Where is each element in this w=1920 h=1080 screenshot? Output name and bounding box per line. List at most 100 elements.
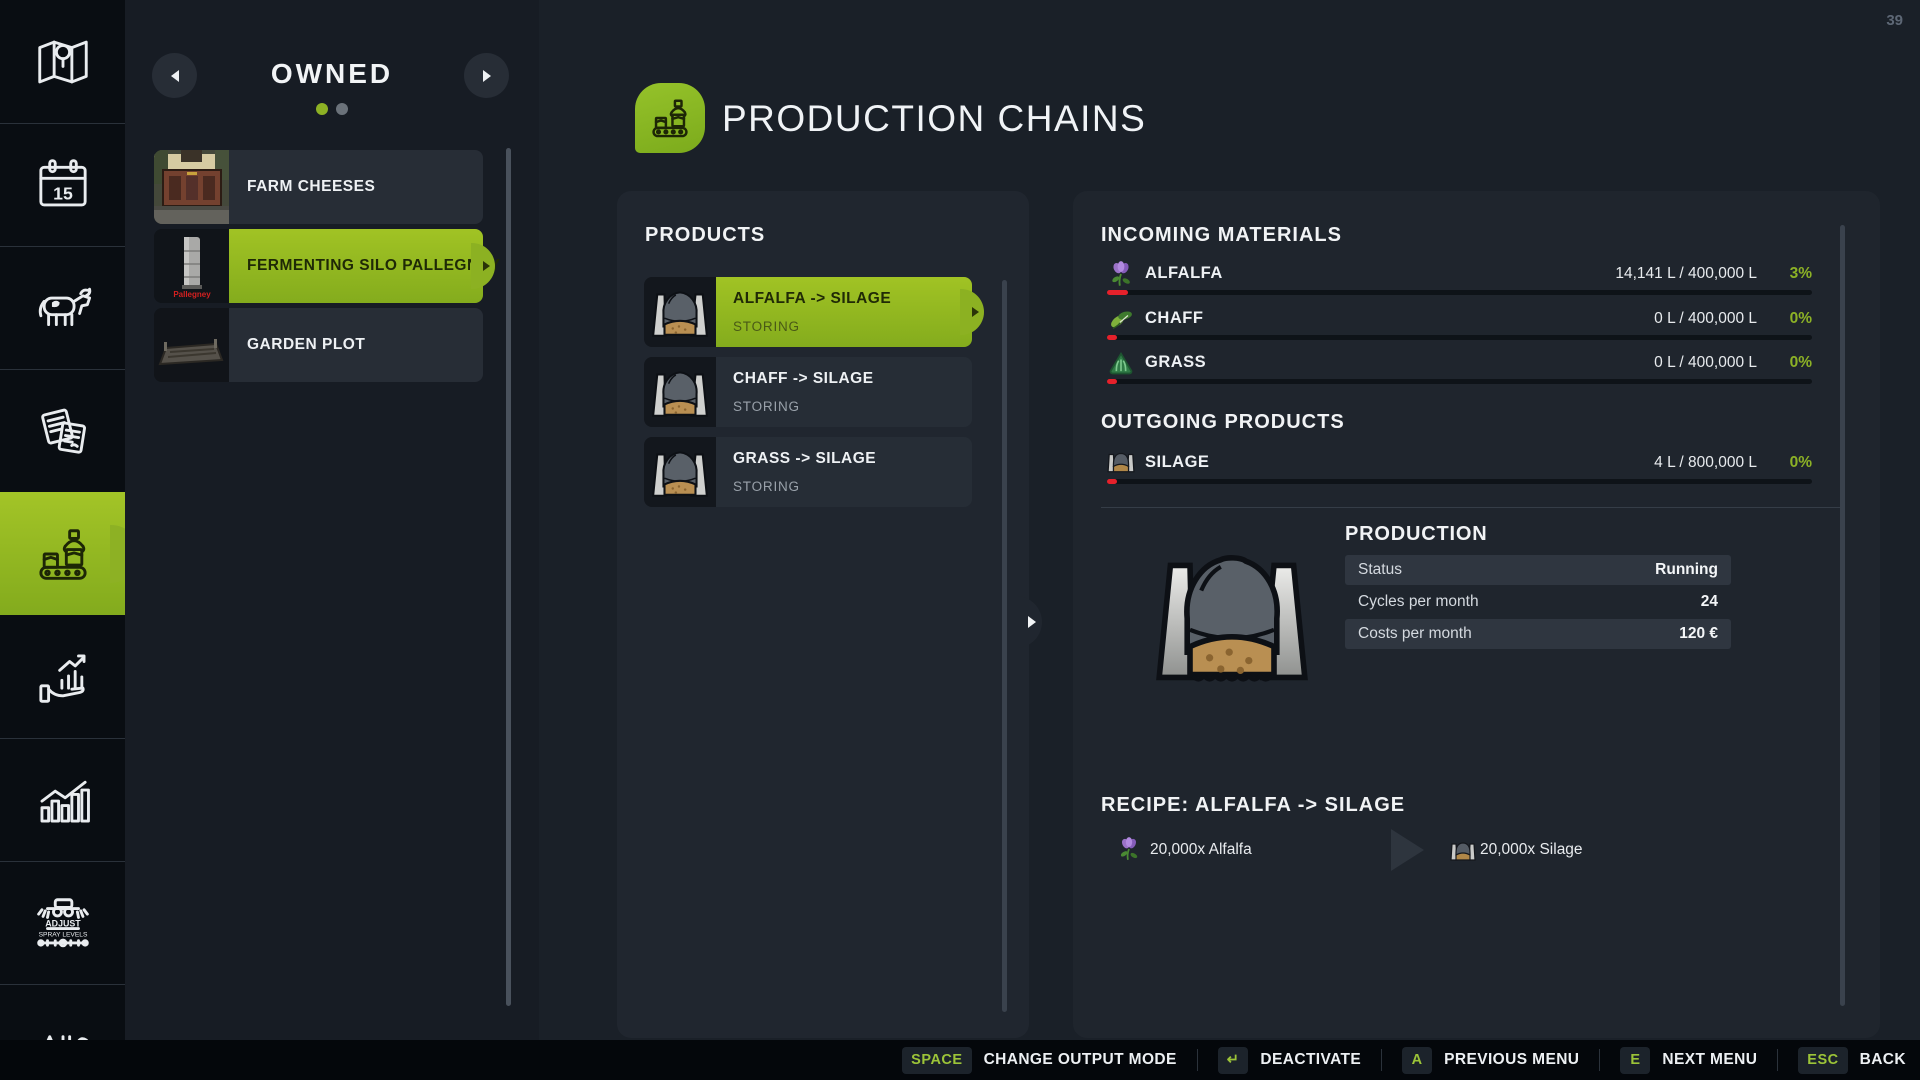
owned-item-fermenting-silo[interactable]: Pallegney FERMENTING SILO PALLEGNEY: [154, 229, 608, 303]
sidebar-item-animals[interactable]: [0, 246, 125, 369]
product-item-grass-silage[interactable]: GRASS -> SILAGE STORING: [644, 437, 972, 507]
sidebar-item-finances[interactable]: [0, 615, 125, 738]
production-point-image: [1141, 543, 1323, 683]
silage-icon: [1107, 449, 1135, 477]
footer-separator: [1599, 1049, 1600, 1071]
production-costs-row: Costs per month 120 €: [1345, 619, 1731, 649]
production-chains-screen: 39 15: [0, 0, 1920, 1080]
back-action[interactable]: ESC BACK: [1798, 1047, 1906, 1074]
sidebar-item-calendar[interactable]: 15: [0, 123, 125, 246]
production-chains-glyph: [647, 95, 693, 141]
chaff-icon: [1107, 305, 1135, 333]
product-name: ALFALFA -> SILAGE: [733, 290, 891, 308]
chevron-right-icon: [483, 70, 491, 82]
product-name: CHAFF -> SILAGE: [733, 370, 874, 388]
material-row-alfalfa: ALFALFA 14,141 L / 400,000 L 3%: [1107, 260, 1812, 302]
finances-icon: [32, 646, 94, 708]
menu-sidebar: 15: [0, 0, 125, 1080]
owned-next-button[interactable]: [464, 53, 509, 98]
map-icon: [32, 31, 94, 93]
sidebar-item-map[interactable]: [0, 0, 125, 123]
recipe-heading: RECIPE: ALFALFA -> SILAGE: [1101, 794, 1405, 817]
grass-icon: [1107, 349, 1135, 377]
silage-icon: [1450, 839, 1476, 865]
owned-item-garden-plot[interactable]: GARDEN PLOT: [154, 308, 608, 382]
action-label: NEXT MENU: [1662, 1051, 1757, 1069]
action-label: PREVIOUS MENU: [1444, 1051, 1579, 1069]
row-label: Cycles per month: [1358, 593, 1479, 611]
material-name: CHAFF: [1145, 309, 1203, 328]
esc-key-badge: ESC: [1798, 1047, 1847, 1074]
alfalfa-icon: [1116, 836, 1142, 862]
material-row-silage: SILAGE 4 L / 800,000 L 0%: [1107, 449, 1812, 491]
enter-key-icon: ↵: [1218, 1047, 1249, 1074]
row-value: 120 €: [1679, 625, 1718, 643]
sidebar-item-contracts[interactable]: [0, 369, 125, 492]
fill-level-value: [1107, 335, 1117, 340]
expand-panel-arrow[interactable]: [1016, 596, 1042, 648]
production-cycles-row: Cycles per month 24: [1345, 587, 1731, 617]
fill-level-value: [1107, 290, 1128, 295]
building-thumbnail: [154, 308, 229, 382]
row-label: Costs per month: [1358, 625, 1472, 643]
spray-label-line2: SPRAY LEVELS: [38, 931, 87, 938]
product-item-alfalfa-silage[interactable]: ALFALFA -> SILAGE STORING: [644, 277, 972, 347]
adjust-spray-levels-icon: ADJUST SPRAY LEVELS: [32, 892, 94, 954]
fps-counter: 39: [1886, 12, 1903, 29]
recipe-arrow-icon: [1391, 829, 1424, 871]
products-scrollbar[interactable]: [1002, 280, 1007, 1012]
e-key-badge: E: [1620, 1047, 1650, 1074]
action-label: DEACTIVATE: [1260, 1051, 1361, 1069]
product-status: STORING: [733, 399, 800, 414]
product-item-chaff-silage[interactable]: CHAFF -> SILAGE STORING: [644, 357, 972, 427]
product-status: STORING: [733, 479, 800, 494]
change-output-mode-action[interactable]: SPACE CHANGE OUTPUT MODE: [902, 1047, 1177, 1074]
footer-separator: [1777, 1049, 1778, 1071]
hotkey-bar: SPACE CHANGE OUTPUT MODE ↵ DEACTIVATE A …: [0, 1040, 1920, 1080]
statistics-icon: [32, 769, 94, 831]
product-thumbnail: [644, 357, 716, 427]
row-value: Running: [1655, 561, 1718, 579]
deactivate-action[interactable]: ↵ DEACTIVATE: [1218, 1047, 1361, 1074]
spray-label-line1: ADJUST: [45, 918, 81, 928]
cow-icon: [32, 277, 94, 339]
row-label: Status: [1358, 561, 1402, 579]
selected-product-arrow: [960, 289, 984, 335]
material-percent: 3%: [1790, 265, 1812, 283]
material-percent: 0%: [1790, 310, 1812, 328]
page-indicator: [125, 103, 539, 115]
recipe-output-text: 20,000x Silage: [1480, 841, 1583, 859]
building-name: FERMENTING SILO PALLEGNEY: [247, 257, 500, 275]
material-row-grass: GRASS 0 L / 400,000 L 0%: [1107, 349, 1812, 391]
page-dot-active: [316, 103, 328, 115]
footer-separator: [1197, 1049, 1198, 1071]
fill-level-value: [1107, 379, 1117, 384]
details-panel: INCOMING MATERIALS ALFALFA 14,141 L / 40…: [1073, 191, 1880, 1038]
contracts-icon: [32, 400, 94, 462]
owned-panel: OWNED: [125, 0, 539, 1080]
previous-menu-action[interactable]: A PREVIOUS MENU: [1402, 1047, 1579, 1074]
silo-thumb-label: Pallegney: [173, 290, 211, 299]
fill-level-value: [1107, 479, 1117, 484]
page-title-icon: [635, 83, 705, 153]
products-heading: PRODUCTS: [645, 224, 765, 247]
owned-item-farm-cheeses[interactable]: FARM CHEESES: [154, 150, 608, 224]
material-percent: 0%: [1790, 354, 1812, 372]
owned-scrollbar[interactable]: [506, 148, 511, 1006]
building-thumbnail: [154, 150, 229, 224]
sidebar-item-production[interactable]: [0, 492, 125, 615]
fill-level-bar: [1107, 379, 1812, 384]
production-heading: PRODUCTION: [1345, 523, 1487, 546]
sidebar-item-statistics[interactable]: [0, 738, 125, 861]
material-name: SILAGE: [1145, 453, 1209, 472]
production-status-row: Status Running: [1345, 555, 1731, 585]
sidebar-item-spray-levels[interactable]: ADJUST SPRAY LEVELS: [0, 861, 125, 984]
details-scrollbar[interactable]: [1840, 225, 1845, 1006]
products-panel: PRODUCTS ALFALFA -> SILAGE STORING: [617, 191, 1029, 1038]
building-name: GARDEN PLOT: [247, 336, 365, 354]
product-thumbnail: [644, 277, 716, 347]
fill-level-bar: [1107, 290, 1812, 295]
material-row-chaff: CHAFF 0 L / 400,000 L 0%: [1107, 305, 1812, 347]
page-dot-inactive: [336, 103, 348, 115]
next-menu-action[interactable]: E NEXT MENU: [1620, 1047, 1757, 1074]
